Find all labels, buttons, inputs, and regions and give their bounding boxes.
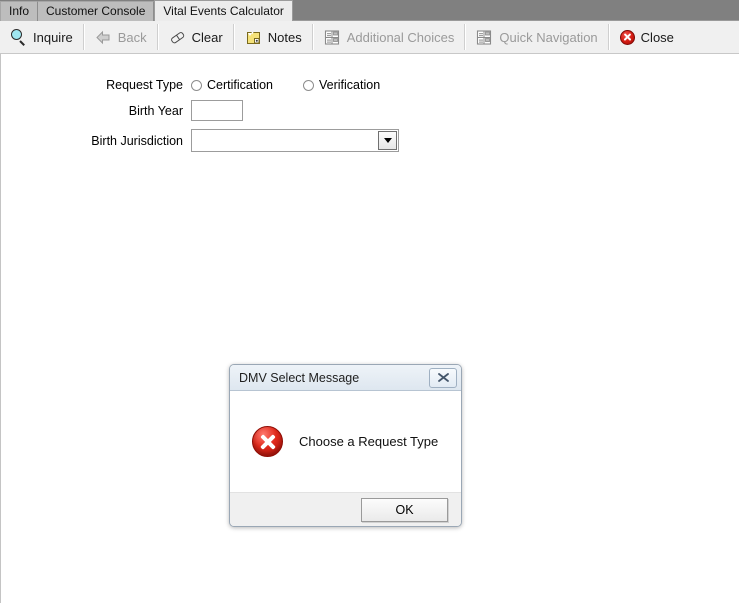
dialog-titlebar: DMV Select Message xyxy=(230,365,461,391)
grid-icon xyxy=(476,29,493,46)
left-arrow-icon xyxy=(95,29,112,46)
request-type-label: Request Type xyxy=(106,78,183,92)
tab-list: Info Customer Console Vital Events Calcu… xyxy=(0,0,293,21)
vital-events-form: Request Type Certification Verification … xyxy=(1,78,461,160)
dialog-message: Choose a Request Type xyxy=(299,434,439,449)
chevron-down-icon[interactable] xyxy=(378,131,397,150)
birth-jurisdiction-value xyxy=(192,130,378,151)
grid-icon xyxy=(324,29,341,46)
request-type-row: Request Type Certification Verification xyxy=(1,78,461,92)
back-button-label: Back xyxy=(117,29,147,45)
inquire-button-label: Inquire xyxy=(33,29,73,45)
back-button[interactable]: Back xyxy=(85,21,157,53)
request-type-radio-group: Certification Verification xyxy=(191,78,380,92)
toolbar: Inquire Back Clear Notes Additional Choi… xyxy=(0,21,739,54)
additional-choices-button[interactable]: Additional Choices xyxy=(314,21,465,53)
birth-year-row: Birth Year xyxy=(1,100,461,121)
birth-jurisdiction-row: Birth Jurisdiction xyxy=(1,129,461,152)
tab-customer-console[interactable]: Customer Console xyxy=(38,1,155,21)
dialog-ok-button[interactable]: OK xyxy=(361,497,448,522)
magnifier-icon xyxy=(10,28,27,46)
error-x-circle-icon xyxy=(252,426,283,457)
radio-verification-label: Verification xyxy=(319,78,381,92)
tab-strip: Info Customer Console Vital Events Calcu… xyxy=(0,0,739,21)
birth-year-label: Birth Year xyxy=(128,103,183,118)
clear-button-label: Clear xyxy=(191,29,223,45)
close-icon[interactable] xyxy=(429,367,457,388)
quick-navigation-button-label: Quick Navigation xyxy=(499,29,598,45)
inquire-button[interactable]: Inquire xyxy=(0,21,83,53)
radio-certification[interactable]: Certification xyxy=(191,78,273,92)
birth-year-input[interactable] xyxy=(191,100,243,121)
tab-info[interactable]: Info xyxy=(0,1,39,21)
tab-label: Customer Console xyxy=(46,4,146,18)
close-button-label: Close xyxy=(640,29,674,45)
birth-jurisdiction-select[interactable] xyxy=(191,129,399,152)
radio-certification-label: Certification xyxy=(207,78,273,92)
dmv-select-message-dialog: DMV Select Message Choose a Request Type… xyxy=(229,364,462,527)
red-x-circle-icon xyxy=(619,29,635,45)
dialog-title: DMV Select Message xyxy=(239,370,360,385)
tab-label: Info xyxy=(9,4,30,18)
birth-jurisdiction-label: Birth Jurisdiction xyxy=(91,133,183,148)
notes-button[interactable]: Notes xyxy=(235,21,312,53)
tab-vital-events-calculator[interactable]: Vital Events Calculator xyxy=(154,0,293,21)
additional-choices-button-label: Additional Choices xyxy=(346,29,455,45)
tab-label: Vital Events Calculator xyxy=(163,4,284,18)
dialog-footer: OK xyxy=(230,492,461,526)
dialog-body: Choose a Request Type xyxy=(230,391,461,492)
eraser-icon xyxy=(169,29,186,46)
close-button[interactable]: Close xyxy=(610,21,684,53)
radio-button-icon xyxy=(191,79,202,91)
notes-button-label: Notes xyxy=(267,29,302,45)
radio-verification[interactable]: Verification xyxy=(303,78,380,92)
notes-icon xyxy=(245,29,262,46)
quick-navigation-button[interactable]: Quick Navigation xyxy=(466,21,607,53)
clear-button[interactable]: Clear xyxy=(159,21,233,53)
radio-button-icon xyxy=(303,79,314,91)
